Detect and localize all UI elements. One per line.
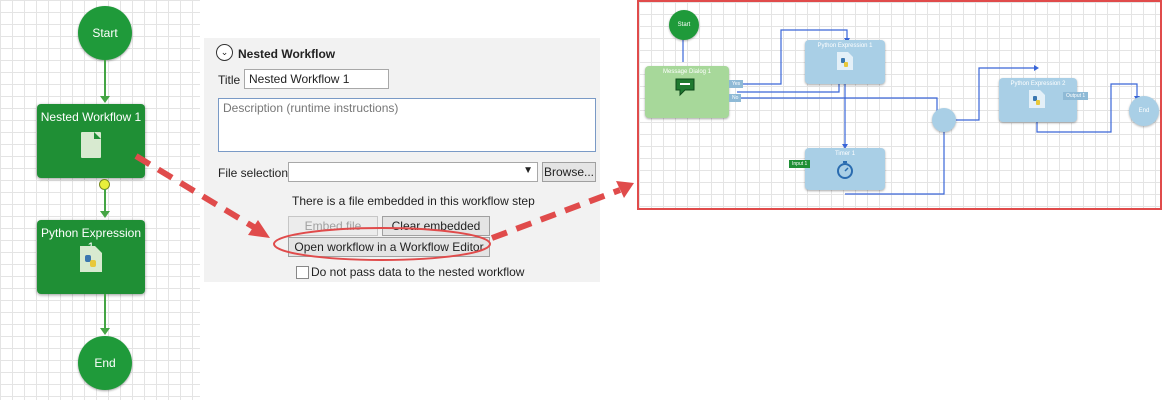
editor-end-label: End xyxy=(1138,108,1150,114)
message-dialog-icon xyxy=(675,78,695,97)
editor-start-label: Start xyxy=(677,22,691,28)
editor-message-dialog-label: Message Dialog 1 xyxy=(662,69,712,75)
python-file-icon xyxy=(837,52,853,70)
workflow-editor-canvas: Start Message Dialog 1 Yes No Python Exp… xyxy=(637,0,1162,210)
editor-port-output1[interactable]: Output 1 xyxy=(1063,92,1089,100)
editor-message-dialog-node[interactable]: Message Dialog 1 xyxy=(645,66,729,118)
timer-icon xyxy=(837,161,853,179)
editor-python-expression-2-label: Python Expression 2 xyxy=(1010,81,1066,87)
editor-port-no[interactable]: No xyxy=(729,94,742,102)
editor-end-node[interactable]: End xyxy=(1129,96,1159,126)
editor-port-yes[interactable]: Yes xyxy=(729,80,744,88)
editor-timer-label: Timer 1 xyxy=(834,151,856,157)
editor-python-expression-2-node[interactable]: Python Expression 2 xyxy=(999,78,1077,122)
python-file-icon xyxy=(1029,90,1045,108)
editor-python-expression-1-node[interactable]: Python Expression 1 xyxy=(805,40,885,84)
editor-start-node[interactable]: Start xyxy=(669,10,699,40)
dashed-arrow-line xyxy=(134,153,264,235)
highlight-ellipse xyxy=(273,227,491,261)
editor-merge-node[interactable] xyxy=(932,108,956,132)
editor-timer-node[interactable]: Timer 1 xyxy=(805,148,885,190)
dashed-arrow-line xyxy=(490,187,622,241)
editor-port-input1[interactable]: Input 1 xyxy=(789,160,811,168)
editor-python-expression-1-label: Python Expression 1 xyxy=(817,43,873,49)
